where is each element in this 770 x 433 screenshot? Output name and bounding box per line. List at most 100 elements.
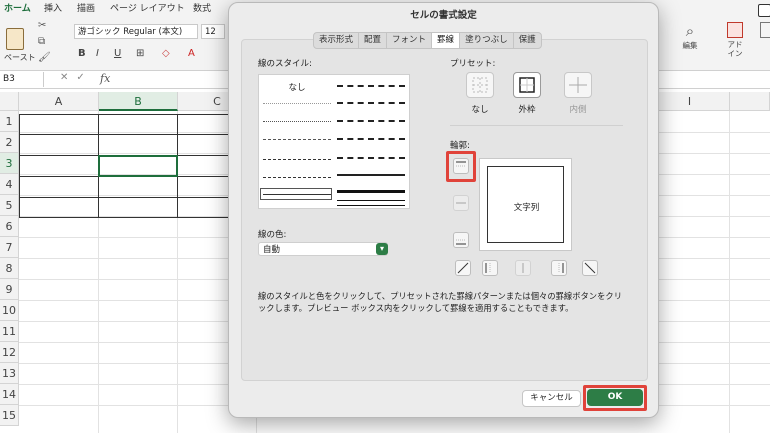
- preset-outline-button[interactable]: [513, 72, 541, 98]
- column-header-a[interactable]: A: [19, 92, 99, 111]
- format-cells-dialog: セルの書式設定 表示形式 配置 フォント 罫線 塗りつぶし 保護 線のスタイル:…: [228, 2, 659, 418]
- border-diagonal-down-button[interactable]: [582, 260, 598, 276]
- row-header[interactable]: 12: [0, 342, 19, 363]
- border-bottom-icon: [456, 239, 466, 245]
- row-header[interactable]: 5: [0, 195, 19, 216]
- line-style-option[interactable]: [263, 159, 331, 160]
- line-style-option[interactable]: [263, 121, 331, 122]
- line-style-label: 線のスタイル:: [258, 59, 312, 69]
- select-all-corner[interactable]: [0, 92, 19, 111]
- cut-icon[interactable]: ✂: [38, 20, 46, 31]
- line-color-select[interactable]: 自動: [258, 242, 388, 256]
- addins-button[interactable]: アド イン: [722, 22, 748, 58]
- line-color-label: 線の色:: [258, 230, 287, 240]
- ribbon-tab-insert[interactable]: 挿入: [44, 1, 62, 14]
- table-inner-border: [19, 197, 257, 198]
- row-header[interactable]: 13: [0, 363, 19, 384]
- line-style-option[interactable]: [337, 85, 405, 87]
- dialog-tabs: 表示形式 配置 フォント 罫線 塗りつぶし 保護: [313, 32, 542, 49]
- column-header-b[interactable]: B: [99, 92, 178, 111]
- help-text: 線のスタイルと色をクリックして、プリセットされた罫線パターンまたは個々の罫線ボタ…: [258, 291, 622, 313]
- addin-label: アド イン: [727, 40, 743, 58]
- line-style-option[interactable]: [337, 200, 405, 206]
- format-painter-icon[interactable]: 🖌: [38, 52, 51, 63]
- border-left-button[interactable]: [482, 260, 498, 276]
- tab-font[interactable]: フォント: [387, 33, 433, 48]
- border-center-button[interactable]: [515, 260, 531, 276]
- line-style-list[interactable]: なし: [258, 74, 410, 209]
- border-bottom-button[interactable]: [453, 232, 469, 248]
- row-header[interactable]: 4: [0, 174, 19, 195]
- borders-icon[interactable]: ⊞: [136, 48, 144, 59]
- line-style-option[interactable]: [337, 174, 405, 176]
- selected-cell-b3[interactable]: [98, 155, 178, 177]
- tab-fill[interactable]: 塗りつぶし: [460, 33, 514, 48]
- row-header[interactable]: 1: [0, 111, 19, 132]
- font-size-select[interactable]: 12: [201, 24, 225, 39]
- font-name-select[interactable]: 游ゴシック Regular (本文): [74, 24, 198, 39]
- row-header[interactable]: 15: [0, 405, 19, 426]
- border-diagonal-up-button[interactable]: [455, 260, 471, 276]
- border-center-icon: [522, 263, 524, 273]
- chevron-down-icon[interactable]: ▾: [376, 243, 388, 255]
- row-header[interactable]: 11: [0, 321, 19, 342]
- ribbon-tab-draw[interactable]: 描画: [77, 1, 95, 14]
- row-header[interactable]: 14: [0, 384, 19, 405]
- function-icon[interactable]: fx: [100, 72, 110, 85]
- row-header[interactable]: 2: [0, 132, 19, 153]
- line-style-option[interactable]: [263, 194, 331, 195]
- tab-number[interactable]: 表示形式: [314, 33, 360, 48]
- comment-icon[interactable]: [758, 4, 770, 17]
- line-style-option[interactable]: [263, 177, 331, 178]
- preset-outline-icon: [519, 77, 535, 93]
- border-preview[interactable]: 文字列: [479, 158, 572, 251]
- preset-inside-icon: [569, 77, 587, 93]
- tab-border[interactable]: 罫線: [432, 33, 461, 48]
- paste-icon[interactable]: [6, 28, 24, 50]
- row-header[interactable]: 8: [0, 258, 19, 279]
- row-header[interactable]: 6: [0, 216, 19, 237]
- section-divider: [450, 125, 623, 126]
- preset-none-label: なし: [471, 105, 489, 115]
- row-header[interactable]: 3: [0, 153, 19, 174]
- bold-button[interactable]: B: [78, 48, 86, 59]
- data-analysis-icon[interactable]: [760, 22, 770, 38]
- tab-alignment[interactable]: 配置: [359, 33, 388, 48]
- line-style-option[interactable]: [337, 102, 405, 104]
- row-header[interactable]: 10: [0, 300, 19, 321]
- italic-button[interactable]: I: [96, 48, 99, 59]
- preview-text: 文字列: [513, 203, 540, 213]
- copy-icon[interactable]: ⧉: [38, 36, 45, 47]
- dialog-title: セルの書式設定: [410, 10, 477, 21]
- search-icon: ⌕: [685, 22, 695, 40]
- ribbon-tab-formulas[interactable]: 数式: [193, 1, 211, 14]
- underline-button[interactable]: U: [114, 48, 121, 59]
- column-header-next[interactable]: [730, 92, 770, 111]
- font-color-icon[interactable]: A: [188, 48, 195, 59]
- edit-label: 編集: [682, 41, 698, 50]
- line-style-option[interactable]: [337, 138, 405, 140]
- name-box[interactable]: B3: [0, 72, 44, 87]
- line-style-option[interactable]: [337, 120, 405, 122]
- column-header-i[interactable]: I: [650, 92, 730, 111]
- preview-cell: 文字列: [487, 166, 564, 243]
- row-header[interactable]: 7: [0, 237, 19, 258]
- preset-none-icon: [472, 77, 488, 93]
- formula-cancel-confirm-icons[interactable]: ✕✓: [60, 72, 93, 83]
- cancel-button[interactable]: キャンセル: [522, 390, 581, 407]
- row-header[interactable]: 9: [0, 279, 19, 300]
- tab-protection[interactable]: 保護: [514, 33, 541, 48]
- line-style-option[interactable]: [337, 157, 405, 159]
- ribbon-tab-page-layout[interactable]: ページ レイアウト: [110, 1, 185, 14]
- preset-inside-label: 内側: [569, 105, 587, 115]
- line-style-none[interactable]: なし: [267, 81, 327, 93]
- find-select-button[interactable]: ⌕ 編集: [678, 22, 702, 51]
- border-right-button[interactable]: [551, 260, 567, 276]
- border-middle-button[interactable]: [453, 195, 469, 211]
- preset-inside-button[interactable]: [564, 72, 592, 98]
- line-style-option[interactable]: [337, 190, 405, 193]
- fill-color-icon[interactable]: ◇: [162, 48, 170, 59]
- line-style-option[interactable]: [263, 103, 331, 104]
- preset-none-button[interactable]: [466, 72, 494, 98]
- line-style-option[interactable]: [263, 139, 331, 140]
